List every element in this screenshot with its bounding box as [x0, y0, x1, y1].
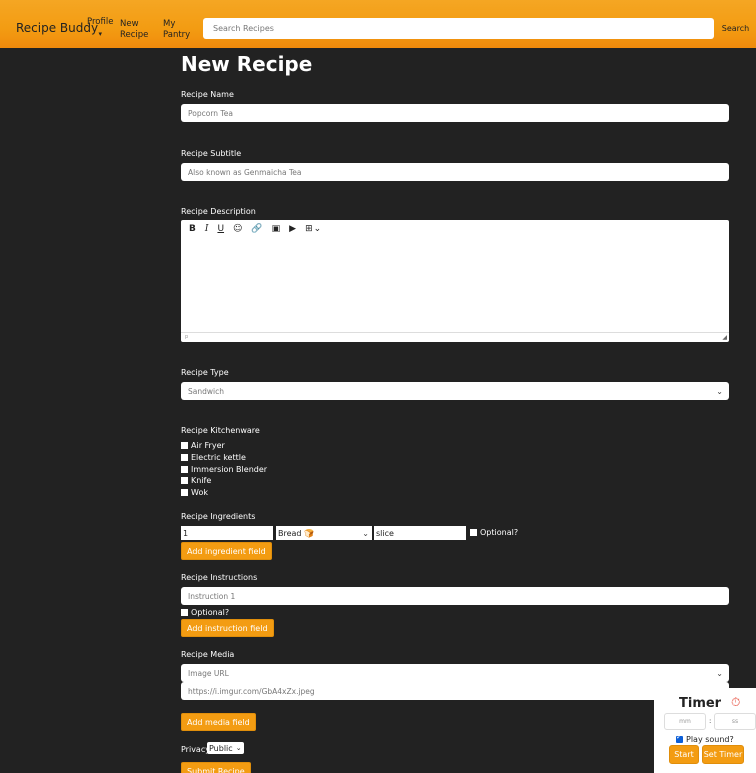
- chevron-down-icon: ▾: [98, 30, 102, 38]
- add-instruction-button[interactable]: Add instruction field: [181, 619, 274, 637]
- kitchenware-item-label: Immersion Blender: [191, 465, 268, 474]
- nav-profile-label: Profile: [87, 17, 114, 27]
- recipe-type-label: Recipe Type: [181, 368, 229, 377]
- kitchenware-item-label: Knife: [191, 476, 212, 485]
- stopwatch-icon: ⏱: [731, 695, 741, 709]
- recipe-subtitle-input[interactable]: Also known as Genmaicha Tea: [181, 163, 729, 181]
- media-type-selected: Image URL: [188, 668, 229, 678]
- privacy-label: Privacy: [181, 745, 210, 754]
- rich-text-editor[interactable]: B I U ☺ 🔗 ▣ ▶ ⊞ ⌄ p ◢: [181, 220, 729, 342]
- underline-icon[interactable]: U: [217, 224, 224, 234]
- play-sound-toggle[interactable]: Play sound?: [676, 733, 734, 744]
- kitchenware-label: Recipe Kitchenware: [181, 426, 260, 435]
- media-url-input[interactable]: https://i.imgur.com/GbA4xZx.jpeg: [181, 682, 729, 700]
- link-icon[interactable]: 🔗: [251, 224, 262, 234]
- resize-handle-icon[interactable]: ◢: [722, 334, 727, 341]
- checkbox[interactable]: [181, 442, 188, 449]
- nav-profile-dropdown[interactable]: Profile ▾: [87, 17, 113, 40]
- top-navbar: Recipe Buddy Profile ▾ New Recipe My Pan…: [0, 0, 756, 48]
- editor-status-bar: p: [181, 332, 729, 342]
- kitchenware-item-label: Electric kettle: [191, 453, 246, 462]
- emoji-icon[interactable]: ☺: [233, 224, 242, 234]
- recipe-description-label: Recipe Description: [181, 207, 256, 216]
- chevron-down-icon[interactable]: ⌄: [314, 224, 322, 234]
- page-title: New Recipe: [181, 52, 313, 76]
- instruction-optional-label: Optional?: [191, 608, 230, 617]
- checkbox[interactable]: [181, 454, 188, 461]
- ingredient-selected: Bread 🍞: [278, 528, 315, 538]
- checkbox[interactable]: [181, 609, 188, 616]
- image-icon[interactable]: ▣: [272, 224, 281, 234]
- kitchenware-item[interactable]: Electric kettle: [181, 453, 246, 462]
- media-type-select[interactable]: Image URL ⌄: [181, 664, 729, 682]
- recipe-name-input[interactable]: Popcorn Tea: [181, 104, 729, 122]
- ingredient-optional[interactable]: Optional?: [470, 528, 518, 537]
- table-icon[interactable]: ⊞: [305, 224, 313, 234]
- nav-new-recipe-line1: New: [120, 19, 139, 29]
- checkbox[interactable]: [181, 477, 188, 484]
- timer-widget: Timer ⏱ mm : ss Play sound? Start Set Ti…: [654, 688, 756, 773]
- ingredient-optional-label: Optional?: [480, 528, 519, 537]
- search-input[interactable]: Search Recipes: [203, 18, 714, 39]
- privacy-selected: Public: [209, 743, 233, 753]
- ingredient-unit-input[interactable]: slice: [374, 526, 466, 540]
- chevron-down-icon: ⌄: [235, 744, 242, 752]
- nav-new-recipe[interactable]: New Recipe: [120, 19, 148, 41]
- ingredients-label: Recipe Ingredients: [181, 512, 256, 521]
- ingredient-select[interactable]: Bread 🍞 ⌄: [276, 526, 372, 540]
- italic-icon[interactable]: I: [205, 224, 209, 234]
- nav-my-pantry-line2: Pantry: [163, 30, 191, 40]
- kitchenware-item[interactable]: Knife: [181, 476, 211, 485]
- checkbox[interactable]: [181, 466, 188, 473]
- kitchenware-item-label: Wok: [191, 488, 208, 497]
- chevron-down-icon: ⌄: [362, 528, 369, 538]
- timer-seconds-input[interactable]: ss: [714, 713, 756, 730]
- timer-colon: :: [709, 717, 712, 725]
- add-ingredient-button[interactable]: Add ingredient field: [181, 542, 272, 560]
- search-button[interactable]: Search: [715, 18, 756, 39]
- checkbox-checked[interactable]: [676, 733, 683, 743]
- add-media-button[interactable]: Add media field: [181, 713, 256, 731]
- media-label: Recipe Media: [181, 650, 235, 659]
- checkbox[interactable]: [181, 489, 188, 496]
- bold-icon[interactable]: B: [189, 224, 196, 234]
- nav-new-recipe-line2: Recipe: [120, 30, 149, 40]
- nav-my-pantry-line1: My: [163, 19, 176, 29]
- kitchenware-item-label: Air Fryer: [191, 441, 225, 450]
- recipe-type-select[interactable]: Sandwich ⌄: [181, 382, 729, 400]
- set-timer-button[interactable]: Set Timer: [702, 745, 744, 764]
- checkbox[interactable]: [470, 529, 477, 536]
- kitchenware-item[interactable]: Immersion Blender: [181, 465, 267, 474]
- nav-my-pantry[interactable]: My Pantry: [163, 19, 190, 41]
- timer-title: Timer: [679, 696, 722, 711]
- kitchenware-item[interactable]: Wok: [181, 488, 208, 497]
- ingredient-quantity-input[interactable]: 1: [181, 526, 273, 540]
- brand-logo[interactable]: Recipe Buddy: [16, 21, 98, 35]
- privacy-select[interactable]: Public ⌄: [207, 742, 244, 754]
- play-sound-label: Play sound?: [686, 735, 734, 744]
- kitchenware-item[interactable]: Air Fryer: [181, 441, 225, 450]
- chevron-down-icon: ⌄: [716, 386, 723, 396]
- recipe-name-label: Recipe Name: [181, 90, 234, 99]
- submit-recipe-button[interactable]: Submit Recipe: [181, 762, 251, 773]
- media-icon[interactable]: ▶: [289, 224, 296, 234]
- timer-start-button[interactable]: Start: [669, 745, 699, 764]
- editor-content-area[interactable]: [181, 238, 729, 329]
- instructions-label: Recipe Instructions: [181, 573, 258, 582]
- recipe-type-selected: Sandwich: [188, 386, 224, 396]
- timer-minutes-input[interactable]: mm: [664, 713, 706, 730]
- chevron-down-icon: ⌄: [716, 668, 723, 678]
- recipe-subtitle-label: Recipe Subtitle: [181, 149, 242, 158]
- instruction-input[interactable]: Instruction 1: [181, 587, 729, 605]
- editor-toolbar: B I U ☺ 🔗 ▣ ▶ ⊞ ⌄: [181, 220, 729, 238]
- instruction-optional[interactable]: Optional?: [181, 608, 229, 617]
